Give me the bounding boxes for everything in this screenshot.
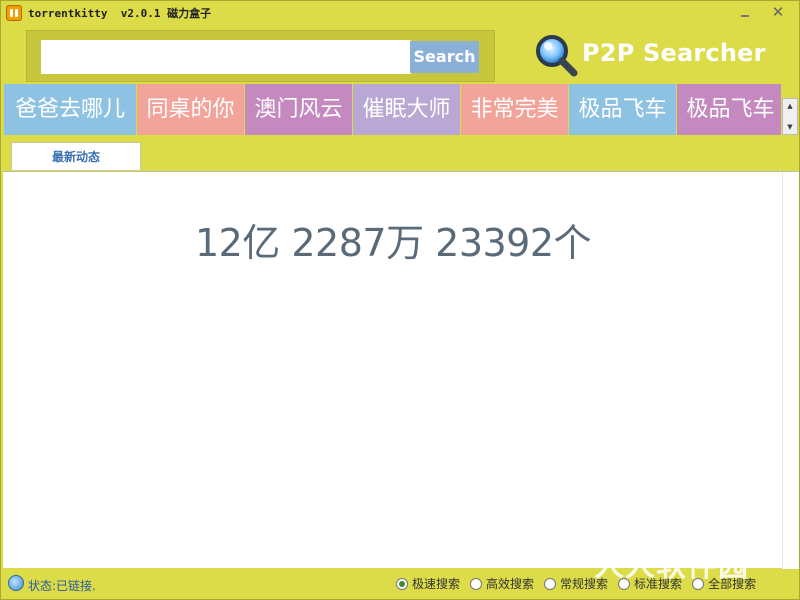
- close-button[interactable]: ✕: [767, 4, 789, 20]
- tag-scroll-arrows[interactable]: ▲ ▼: [782, 98, 798, 135]
- scroll-up-icon[interactable]: ▲: [785, 101, 795, 111]
- status-text: 状态:已链接.: [28, 579, 96, 593]
- hot-tag[interactable]: 极品飞车: [677, 84, 781, 135]
- app-logo-icon: [6, 5, 22, 21]
- search-bar: Search: [26, 30, 495, 82]
- search-mode-option[interactable]: 极速搜索: [396, 575, 460, 592]
- scroll-down-icon[interactable]: ▼: [785, 122, 795, 132]
- main-content: 12亿 2287万 23392个: [3, 171, 799, 569]
- hot-tag[interactable]: 非常完美: [461, 84, 568, 135]
- radio-button[interactable]: [470, 577, 483, 590]
- radio-button[interactable]: [544, 577, 557, 590]
- app-window: torrentkitty v2.0.1 磁力盒子 ✕ Search P2P Se…: [0, 0, 800, 600]
- search-mode-label: 高效搜索: [486, 577, 535, 591]
- tab-latest[interactable]: 最新动态: [11, 142, 141, 170]
- hot-tag[interactable]: 澳门风云: [245, 84, 352, 135]
- radio-button[interactable]: [396, 577, 408, 590]
- total-count: 12亿 2287万 23392个: [194, 221, 592, 265]
- connection-icon: [8, 575, 24, 591]
- hot-tag[interactable]: 爸爸去哪儿: [4, 84, 136, 135]
- search-mode-option[interactable]: 高效搜索: [470, 575, 534, 592]
- window-title: torrentkitty v2.0.1 磁力盒子: [28, 7, 212, 20]
- content-scrollbar[interactable]: [782, 172, 799, 569]
- title-bar: torrentkitty v2.0.1 磁力盒子 ✕: [1, 1, 799, 25]
- brand-logo: P2P Searcher: [533, 30, 783, 80]
- hot-tag[interactable]: 极品飞车: [569, 84, 676, 135]
- magnifier-icon: [536, 35, 578, 77]
- hot-tag[interactable]: 同桌的你: [137, 84, 244, 135]
- brand-name: P2P Searcher: [582, 39, 766, 67]
- hot-tags-strip: 爸爸去哪儿 同桌的你 澳门风云 催眠大师 非常完美 极品飞车 极品飞车: [4, 84, 781, 135]
- search-input[interactable]: [41, 40, 411, 74]
- hot-tag[interactable]: 催眠大师: [353, 84, 460, 135]
- minimize-button[interactable]: [735, 4, 757, 20]
- search-mode-label: 极速搜索: [412, 577, 461, 591]
- search-button[interactable]: Search: [410, 41, 479, 73]
- watermark: 人人软件园: [594, 549, 749, 584]
